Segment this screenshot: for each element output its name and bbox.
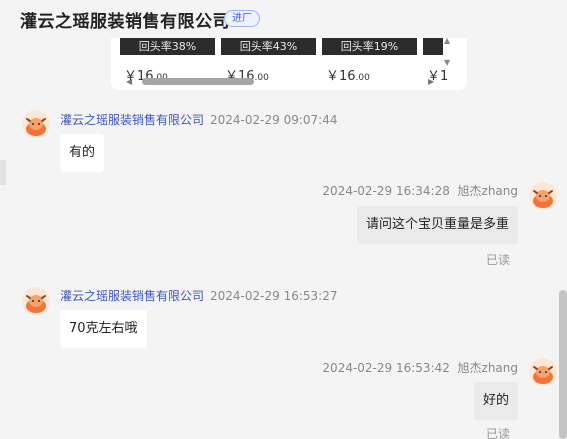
sender-name: 旭杰zhang — [457, 184, 518, 198]
message-bubble[interactable]: 有的 — [60, 134, 105, 172]
product-card-strip: 回头率38% ￥16.00 回头率43% ￥16.00 回头率19% ￥16.0… — [111, 30, 467, 90]
message-time: 2024-02-29 16:34:28 — [322, 184, 450, 198]
message-time: 2024-02-29 09:07:44 — [210, 113, 338, 127]
cow-mascot-icon[interactable] — [529, 182, 557, 210]
message-bubble[interactable]: 请问这个宝贝重量是多重 — [356, 206, 518, 244]
message-time: 2024-02-29 16:53:27 — [210, 289, 338, 303]
cow-mascot-icon[interactable] — [22, 110, 50, 138]
sender-name: 灌云之瑶服装销售有限公司 — [60, 113, 205, 127]
product-repurchase-rate — [423, 38, 443, 55]
message-meta: 灌云之瑶服装销售有限公司 2024-02-29 09:07:44 — [60, 111, 337, 128]
read-status: 已读 — [485, 253, 510, 267]
message-meta: 2024-02-29 16:34:28 旭杰zhang — [322, 182, 518, 199]
message-time: 2024-02-29 16:53:42 — [322, 361, 450, 375]
left-panel-edge — [0, 160, 6, 185]
sender-name: 灌云之瑶服装销售有限公司 — [60, 289, 205, 303]
message-meta: 灌云之瑶服装销售有限公司 2024-02-29 16:53:27 — [60, 287, 337, 304]
chat-header: 灌云之瑶服装销售有限公司 进厂 — [0, 0, 567, 38]
cow-mascot-icon[interactable] — [529, 358, 557, 386]
sender-name: 旭杰zhang — [457, 361, 518, 375]
product-repurchase-rate: 回头率19% — [322, 38, 417, 55]
message-bubble[interactable]: 好的 — [473, 382, 518, 420]
message-bubble[interactable]: 70克左右哦 — [60, 310, 147, 348]
shop-tag-badge[interactable]: 进厂 — [224, 10, 260, 27]
chat-scrollbar[interactable] — [559, 290, 567, 439]
read-status: 已读 — [485, 427, 510, 439]
product-repurchase-rate: 回头率43% — [221, 38, 316, 55]
cow-mascot-icon[interactable] — [22, 287, 50, 315]
message-meta: 2024-02-29 16:53:42 旭杰zhang — [322, 359, 518, 376]
arrow-left-icon[interactable]: ◀ — [126, 77, 132, 86]
product-strip-scrollbar[interactable]: ◀ ▶ — [111, 76, 451, 88]
shop-title: 灌云之瑶服装销售有限公司 — [20, 12, 230, 32]
arrow-right-icon[interactable]: ▶ — [428, 77, 434, 86]
strip-scroll-down-icon[interactable]: ▼ — [444, 58, 450, 67]
scrollbar-thumb[interactable] — [142, 78, 254, 85]
product-repurchase-rate: 回头率38% — [120, 38, 215, 55]
